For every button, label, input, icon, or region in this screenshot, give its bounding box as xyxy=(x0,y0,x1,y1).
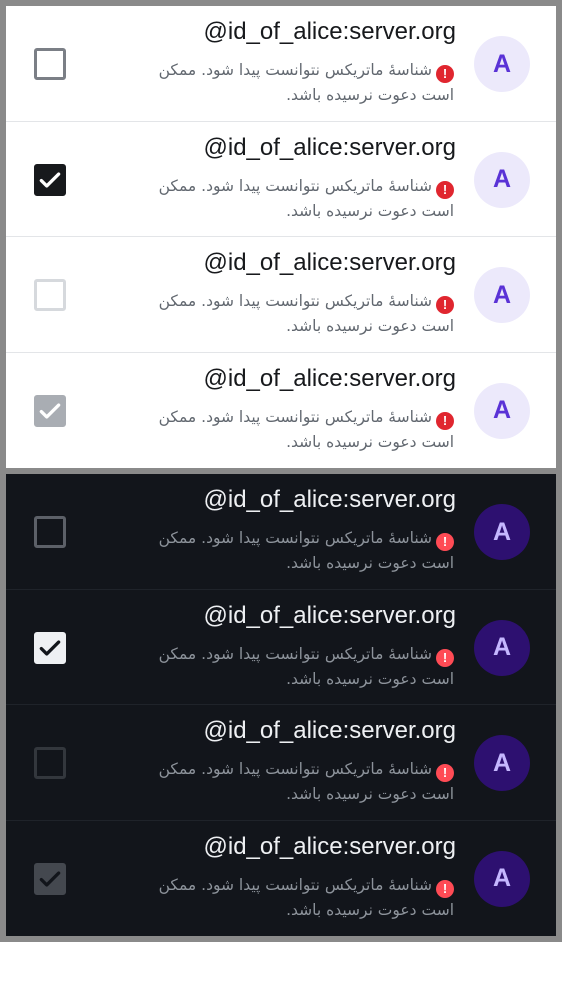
error-message: !شناسهٔ ماتریکس نتوانست پیدا شود. ممکن ا… xyxy=(124,642,454,691)
avatar: A xyxy=(474,382,530,439)
checkbox-disabled-checked xyxy=(34,394,66,427)
checkbox-disabled xyxy=(34,747,66,779)
list-item: @id_of_alice:server.org !شناسهٔ ماتریکس … xyxy=(6,237,556,353)
checkbox-unchecked[interactable] xyxy=(34,48,66,80)
checkmark-icon xyxy=(39,639,61,656)
user-id: @id_of_alice:server.org xyxy=(203,133,457,161)
checkbox-disabled xyxy=(34,279,66,311)
avatar: A xyxy=(474,850,530,907)
list-item[interactable]: @id_of_alice:server.org !شناسهٔ ماتریکس … xyxy=(6,590,556,705)
user-id: @id_of_alice:server.org xyxy=(203,601,457,629)
list-item: @id_of_alice:server.org !شناسهٔ ماتریکس … xyxy=(6,705,556,821)
avatar: A xyxy=(474,267,530,323)
invite-user-list-dark: @id_of_alice:server.org !شناسهٔ ماتریکس … xyxy=(6,474,556,936)
exclamation-icon: ! xyxy=(436,764,454,782)
user-id: @id_of_alice:server.org xyxy=(203,717,457,744)
avatar: A xyxy=(474,151,530,208)
checkmark-icon xyxy=(39,870,61,887)
exclamation-icon: ! xyxy=(436,879,454,898)
checkbox-checked[interactable] xyxy=(34,163,66,196)
error-text: شناسهٔ ماتریکس نتوانست پیدا شود. ممکن اس… xyxy=(158,875,454,919)
exclamation-icon: ! xyxy=(436,65,454,83)
error-text: شناسهٔ ماتریکس نتوانست پیدا شود. ممکن اس… xyxy=(158,176,454,220)
error-message: !شناسهٔ ماتریکس نتوانست پیدا شود. ممکن ا… xyxy=(124,405,454,454)
checkmark-icon xyxy=(39,171,61,188)
error-text: شناسهٔ ماتریکس نتوانست پیدا شود. ممکن اس… xyxy=(158,529,454,572)
avatar: A xyxy=(474,735,530,791)
invite-user-list-light: @id_of_alice:server.org !شناسهٔ ماتریکس … xyxy=(6,6,556,468)
error-text: شناسهٔ ماتریکس نتوانست پیدا شود. ممکن اس… xyxy=(158,644,454,688)
avatar: A xyxy=(474,504,530,560)
list-item[interactable]: @id_of_alice:server.org !شناسهٔ ماتریکس … xyxy=(6,6,556,122)
checkbox-unchecked[interactable] xyxy=(34,516,66,548)
error-text: شناسهٔ ماتریکس نتوانست پیدا شود. ممکن اس… xyxy=(158,760,454,803)
checkmark-icon xyxy=(39,402,61,419)
checkbox-checked[interactable] xyxy=(34,631,66,664)
exclamation-icon: ! xyxy=(436,180,454,199)
error-text: شناسهٔ ماتریکس نتوانست پیدا شود. ممکن اس… xyxy=(158,407,454,451)
error-message: !شناسهٔ ماتریکس نتوانست پیدا شود. ممکن ا… xyxy=(124,174,454,223)
exclamation-icon: ! xyxy=(436,533,454,551)
error-text: شناسهٔ ماتریکس نتوانست پیدا شود. ممکن اس… xyxy=(158,61,454,104)
exclamation-icon: ! xyxy=(436,411,454,430)
list-item: @id_of_alice:server.org !شناسهٔ ماتریکس … xyxy=(6,353,556,469)
user-id: @id_of_alice:server.org xyxy=(203,18,457,45)
exclamation-icon: ! xyxy=(436,296,454,314)
light-theme-panel: @id_of_alice:server.org !شناسهٔ ماتریکس … xyxy=(0,0,562,474)
error-message: !شناسهٔ ماتریکس نتوانست پیدا شود. ممکن ا… xyxy=(124,873,454,922)
exclamation-icon: ! xyxy=(436,648,454,667)
error-message: !شناسهٔ ماتریکس نتوانست پیدا شود. ممکن ا… xyxy=(124,526,454,575)
error-message: !شناسهٔ ماتریکس نتوانست پیدا شود. ممکن ا… xyxy=(124,757,454,806)
dark-theme-panel: @id_of_alice:server.org !شناسهٔ ماتریکس … xyxy=(0,468,562,942)
user-id: @id_of_alice:server.org xyxy=(203,249,457,276)
error-message: !شناسهٔ ماتریکس نتوانست پیدا شود. ممکن ا… xyxy=(124,58,454,107)
list-item[interactable]: @id_of_alice:server.org !شناسهٔ ماتریکس … xyxy=(6,122,556,237)
user-id: @id_of_alice:server.org xyxy=(203,832,457,860)
error-text: شناسهٔ ماتریکس نتوانست پیدا شود. ممکن اس… xyxy=(158,292,454,335)
checkbox-disabled-checked xyxy=(34,862,66,895)
list-item[interactable]: @id_of_alice:server.org !شناسهٔ ماتریکس … xyxy=(6,474,556,590)
user-id: @id_of_alice:server.org xyxy=(203,364,457,392)
list-item: @id_of_alice:server.org !شناسهٔ ماتریکس … xyxy=(6,821,556,937)
error-message: !شناسهٔ ماتریکس نتوانست پیدا شود. ممکن ا… xyxy=(124,289,454,338)
avatar: A xyxy=(474,619,530,676)
user-id: @id_of_alice:server.org xyxy=(203,486,457,513)
avatar: A xyxy=(474,36,530,92)
